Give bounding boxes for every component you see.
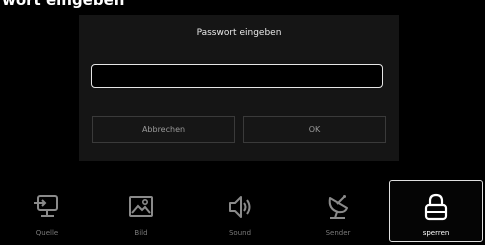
password-input[interactable] [91, 64, 383, 88]
toolbar-item-label: Bild [134, 229, 148, 237]
cancel-button[interactable]: Abbrechen [92, 116, 235, 143]
screen: wort eingeben Passwort eingeben Abbreche… [0, 0, 485, 245]
toolbar-item-label: sperren [422, 229, 450, 237]
toolbar-item-label: Quelle [35, 229, 59, 237]
picture-icon [124, 190, 158, 224]
toolbar-item-sender[interactable]: Sender [291, 180, 385, 242]
password-dialog: Passwort eingeben Abbrechen OK [79, 15, 399, 161]
toolbar-item-sound[interactable]: Sound [193, 180, 287, 242]
dialog-title: Passwort eingeben [196, 28, 282, 38]
speaker-icon [223, 190, 257, 224]
source-input-icon [30, 190, 64, 224]
lock-icon [419, 190, 453, 224]
ok-button[interactable]: OK [243, 116, 386, 143]
toolbar-item-bild[interactable]: Bild [94, 180, 188, 242]
bottom-toolbar: Quelle Bild Sound Sender sperren [0, 180, 485, 245]
toolbar-item-label: Sender [325, 229, 351, 237]
toolbar-item-sperren[interactable]: sperren [389, 180, 483, 242]
page-title-cropped: wort eingeben [2, 0, 125, 9]
satellite-dish-icon [321, 190, 355, 224]
toolbar-item-label: Sound [228, 229, 252, 237]
toolbar-item-quelle[interactable]: Quelle [0, 180, 94, 242]
